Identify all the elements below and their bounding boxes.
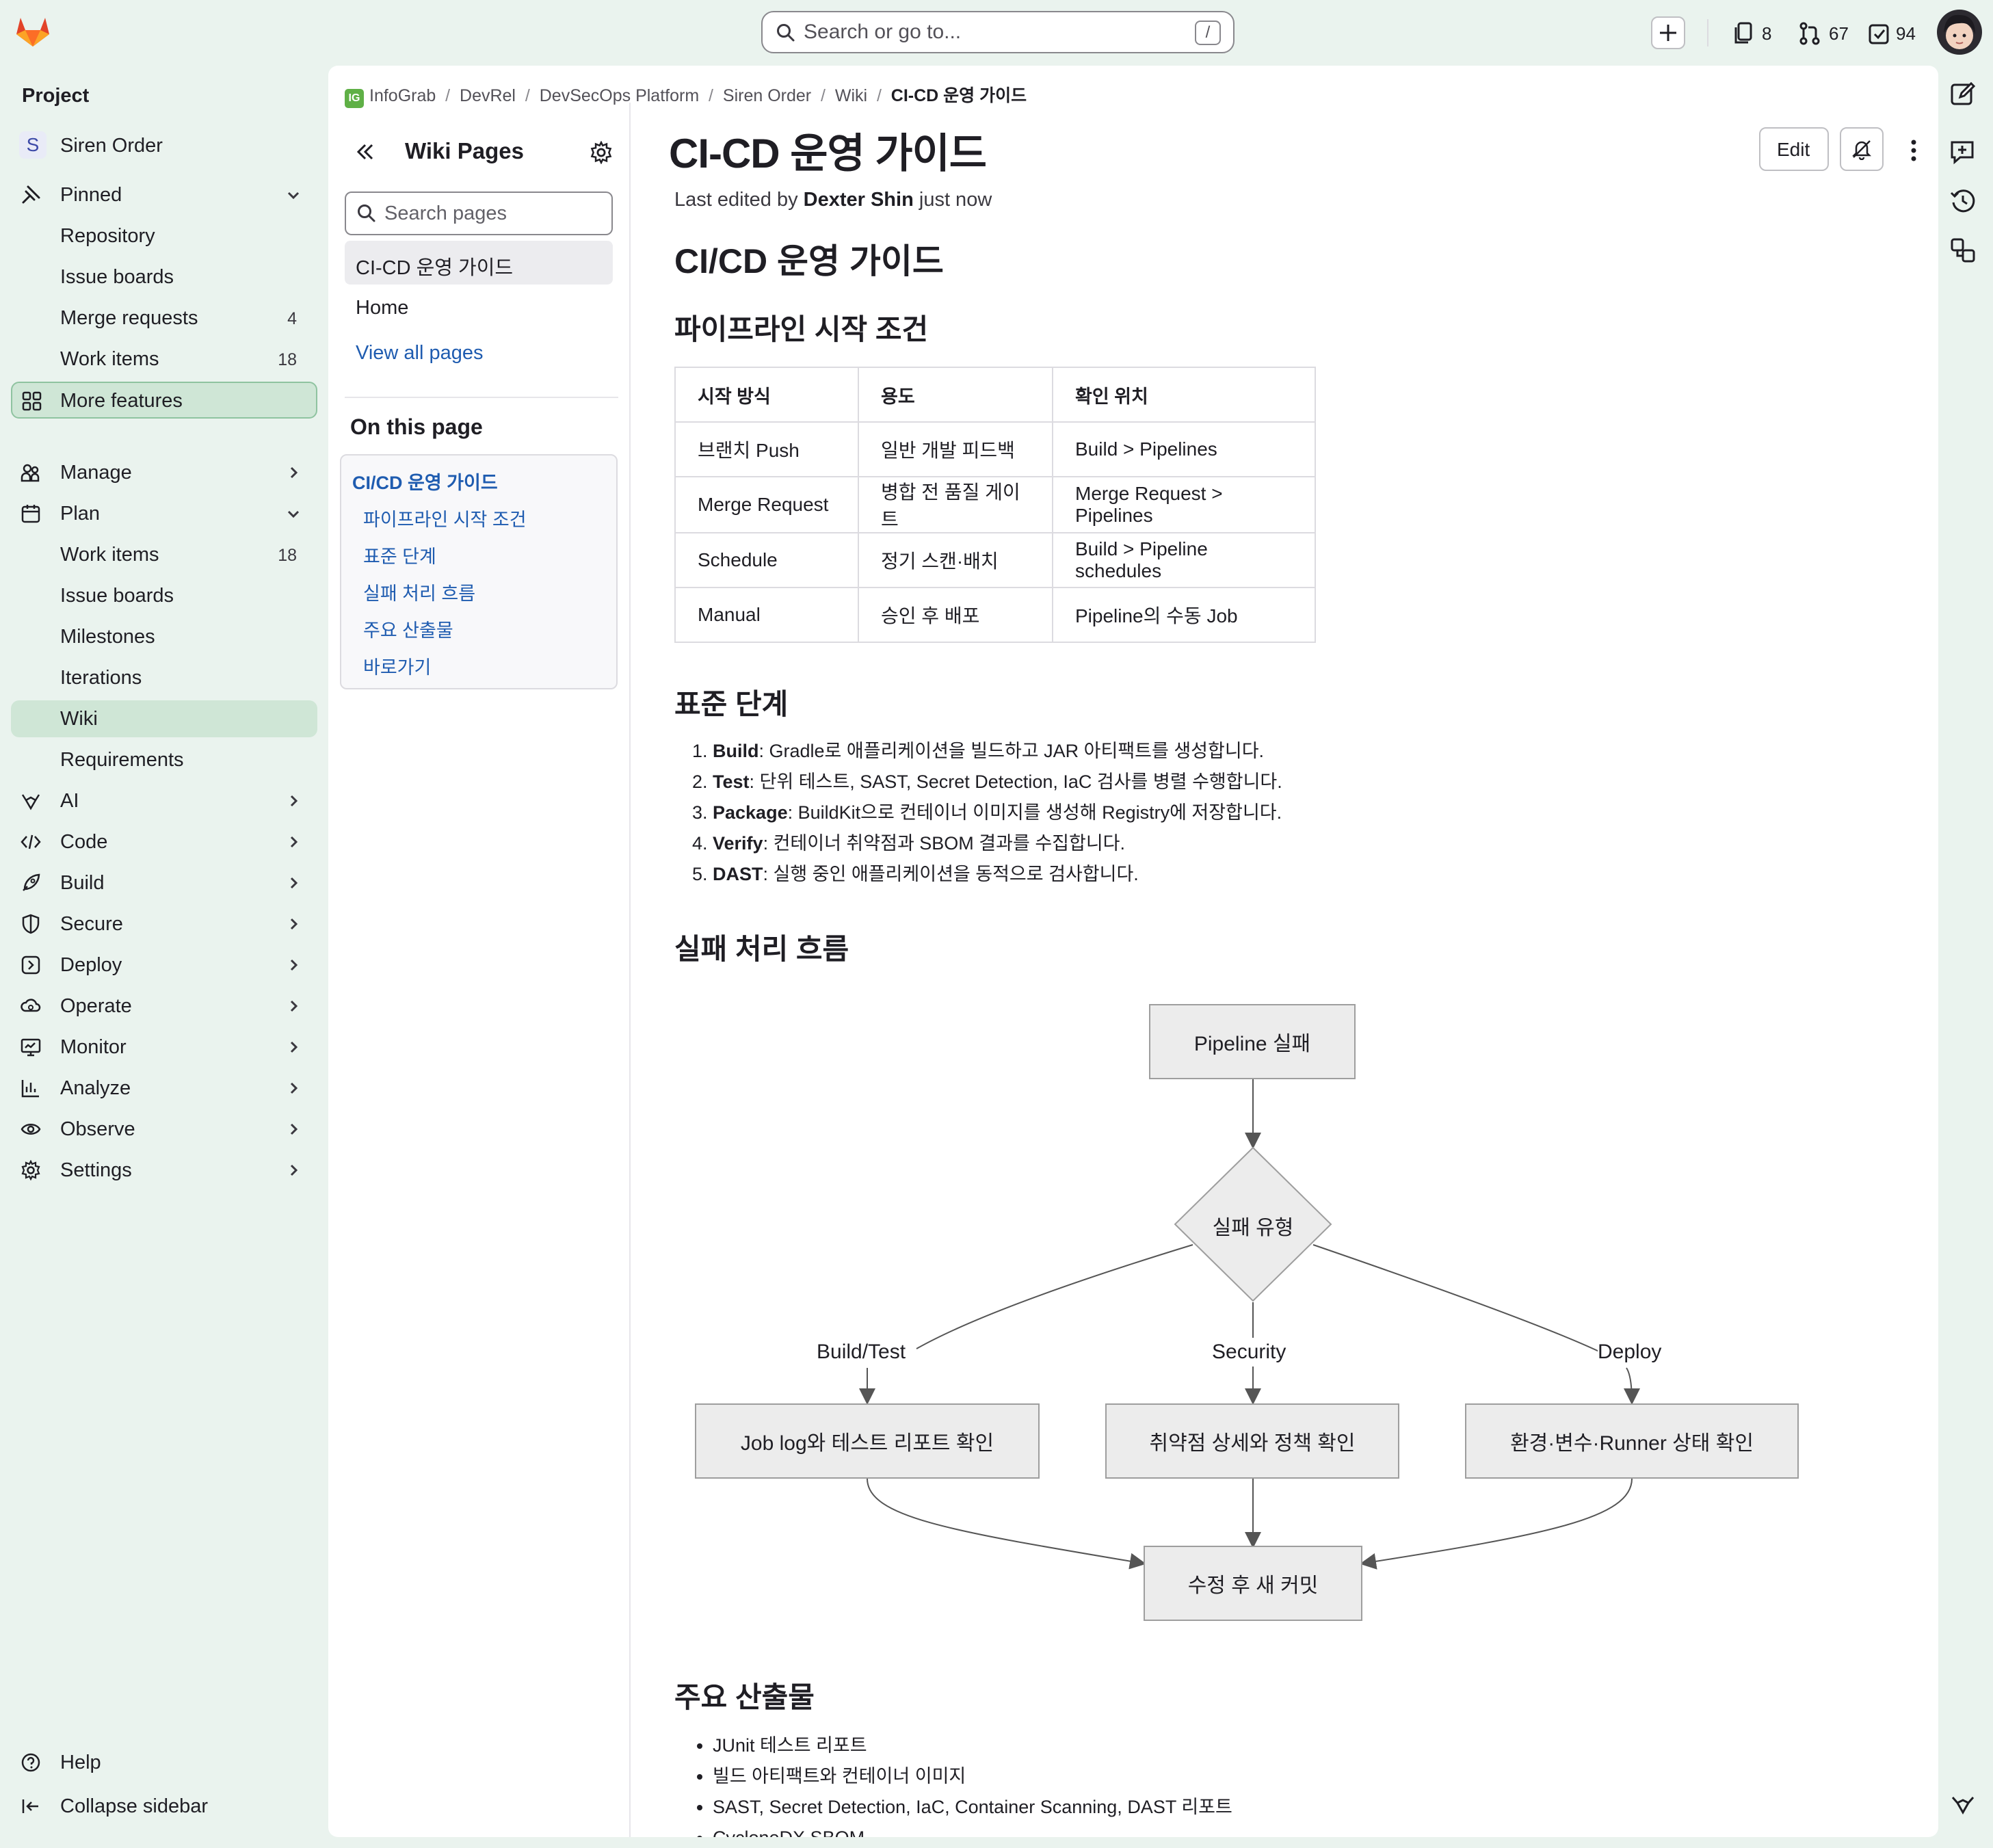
list-item: JUnit 테스트 리포트 bbox=[713, 1730, 1905, 1761]
heading-artifacts: 주요 산출물 bbox=[674, 1681, 815, 1713]
list-item: SAST, Secret Detection, IaC, Container S… bbox=[713, 1792, 1905, 1823]
artifact-list: JUnit 테스트 리포트 빌드 아티팩트와 컨테이너 이미지 SAST, Se… bbox=[674, 1730, 1905, 1837]
flow-edge-label: Deploy bbox=[1598, 1341, 1662, 1364]
flow-edge-label: Build/Test bbox=[817, 1341, 906, 1364]
flow-node-action: 취약점 상세와 정책 확인 bbox=[1105, 1403, 1399, 1479]
flow-node-end: 수정 후 새 커밋 bbox=[1144, 1546, 1362, 1621]
flow-node-decision: 실패 유형 bbox=[1212, 1217, 1294, 1239]
list-item: CycloneDX SBOM bbox=[713, 1823, 1905, 1837]
flow-node-action: 환경·변수·Runner 상태 확인 bbox=[1465, 1403, 1799, 1479]
failure-flow-edges bbox=[859, 1079, 1640, 1570]
list-item: 빌드 아티팩트와 컨테이너 이미지 bbox=[713, 1761, 1905, 1792]
flow-edge-label: Security bbox=[1212, 1341, 1286, 1364]
flow-node-action: Job log와 테스트 리포트 확인 bbox=[695, 1403, 1040, 1479]
artifacts-clip: JUnit 테스트 리포트 빌드 아티팩트와 컨테이너 이미지 SAST, Se… bbox=[674, 1730, 1905, 1837]
flow-node-start: Pipeline 실패 bbox=[1149, 1004, 1356, 1079]
